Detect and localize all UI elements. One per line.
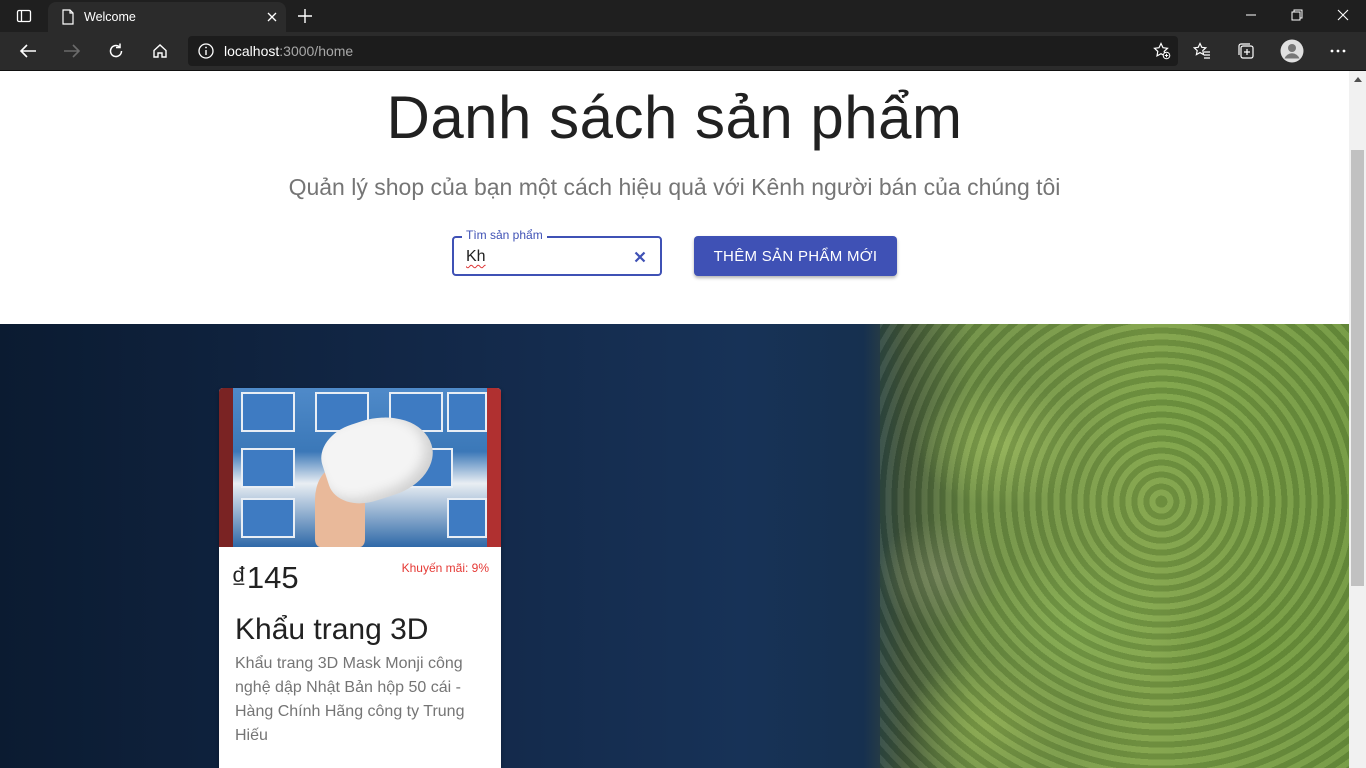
browser-tab-bar: Welcome <box>0 0 1366 32</box>
product-description: Khẩu trang 3D Mask Monji công nghệ dập N… <box>235 655 465 744</box>
search-input[interactable]: Kh <box>466 248 486 266</box>
hero-section: Danh sách sản phẩm Quản lý shop của bạn … <box>0 71 1349 324</box>
shelf-left <box>219 388 233 547</box>
url-text: localhost:3000/home <box>224 43 1146 59</box>
favorites-icon[interactable] <box>1186 35 1218 67</box>
page-title: Danh sách sản phẩm <box>386 84 963 151</box>
page-viewport: Danh sách sản phẩm Quản lý shop của bạn … <box>0 71 1349 768</box>
collections-icon[interactable] <box>1230 35 1262 67</box>
page-icon <box>60 9 76 25</box>
minimize-icon[interactable] <box>1228 0 1274 30</box>
close-tab-icon[interactable] <box>258 3 286 31</box>
tab-welcome[interactable]: Welcome <box>48 2 286 32</box>
scroll-up-icon[interactable] <box>1349 71 1366 88</box>
shelf-right <box>487 388 501 547</box>
product-card[interactable]: ₫145 Khuyến mãi: 9% Khẩu trang 3D Khẩu t… <box>219 388 501 768</box>
product-image <box>219 388 501 547</box>
tab-title: Welcome <box>84 10 136 24</box>
back-icon[interactable] <box>12 35 44 67</box>
refresh-icon[interactable] <box>100 35 132 67</box>
clear-search-icon[interactable] <box>632 249 648 265</box>
page-subtitle: Quản lý shop của bạn một cách hiệu quả v… <box>288 174 1061 200</box>
restore-icon[interactable] <box>1274 0 1320 30</box>
product-name: Khẩu trang 3D <box>235 613 429 646</box>
url-path: :3000/home <box>279 43 354 59</box>
more-options-icon[interactable] <box>1322 35 1354 67</box>
scrollbar-thumb[interactable] <box>1351 150 1364 586</box>
search-label: Tìm sản phẩm <box>462 228 547 242</box>
profile-avatar-icon[interactable] <box>1276 35 1308 67</box>
mask-box <box>447 392 487 432</box>
mask-box <box>447 498 487 538</box>
browser-toolbar: localhost:3000/home <box>0 32 1366 70</box>
background-photo <box>0 324 1349 768</box>
page-scrollbar[interactable] <box>1349 71 1366 768</box>
product-price: ₫145 <box>231 560 299 595</box>
mask-box <box>241 392 295 432</box>
search-field[interactable]: Tìm sản phẩm Kh <box>452 228 662 276</box>
product-promo: Khuyến mãi: 9% <box>401 561 489 575</box>
mask-box <box>241 498 295 538</box>
add-product-button[interactable]: THÊM SẢN PHẨM MỚI <box>694 236 897 276</box>
forward-icon[interactable] <box>56 35 88 67</box>
add-favorite-icon[interactable] <box>1146 36 1178 66</box>
mask-box <box>241 448 295 488</box>
info-icon[interactable] <box>188 43 224 59</box>
address-bar[interactable]: localhost:3000/home <box>188 36 1178 66</box>
url-host: localhost <box>224 43 280 59</box>
new-tab-icon[interactable] <box>290 2 320 30</box>
tab-actions-icon[interactable] <box>8 4 40 28</box>
close-window-icon[interactable] <box>1320 0 1366 30</box>
tree-texture <box>880 324 1349 768</box>
home-icon[interactable] <box>144 35 176 67</box>
